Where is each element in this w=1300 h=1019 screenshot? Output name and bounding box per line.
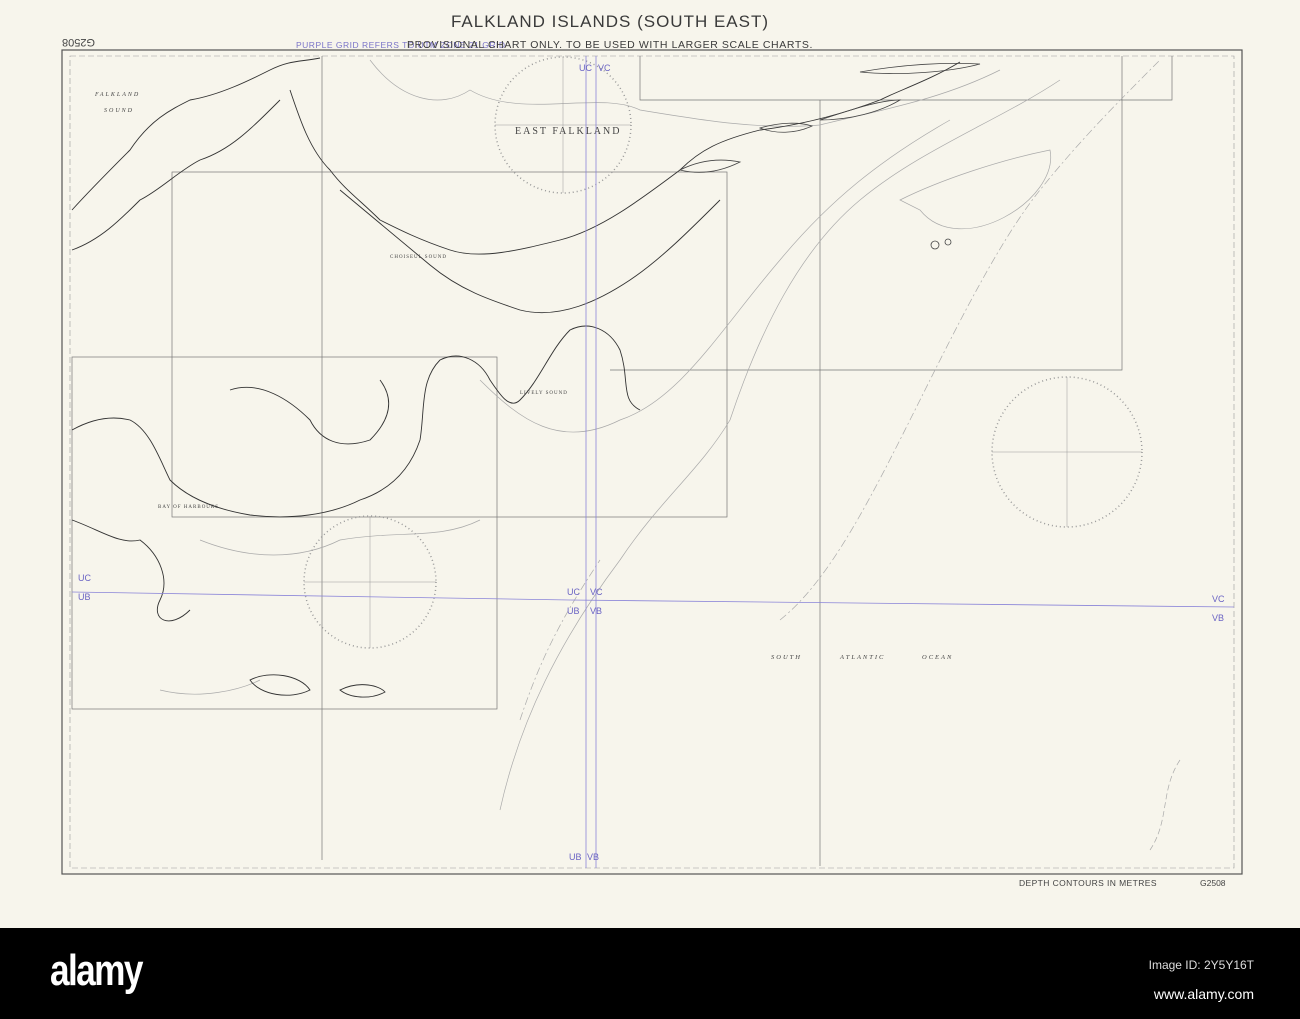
nautical-chart [61, 49, 1243, 875]
place-falkland: FALKLAND [95, 92, 141, 98]
utm-grid [71, 56, 1235, 868]
grid-label: VC [590, 587, 603, 597]
image-id: Image ID: 2Y5Y16T [1148, 958, 1254, 972]
islands-northeast [678, 62, 981, 250]
grid-label: VB [1212, 613, 1225, 623]
chart-inner-border [69, 55, 1235, 869]
place-sound: SOUND [104, 108, 135, 114]
coastline [71, 57, 961, 698]
compass-rose [303, 56, 1143, 649]
grid-label: UC [579, 63, 592, 73]
place-bay-of-harbours: BAY OF HARBOURS [158, 505, 220, 510]
grid-label: UB [569, 852, 582, 862]
site-url: www.alamy.com [1153, 986, 1254, 1002]
depth-note: DEPTH CONTOURS IN METRES [1019, 878, 1157, 888]
place-lively-sound: LIVELY SOUND [520, 391, 568, 396]
grid-label: VC [1212, 594, 1225, 604]
grid-label: UB [78, 592, 91, 602]
chart-outer-border [61, 49, 1243, 875]
grid-label: UC [78, 573, 91, 583]
place-ocean: OCEAN [922, 654, 954, 661]
inset-boxes [71, 56, 1173, 866]
place-atlantic: ATLANTIC [840, 654, 886, 661]
chart-subtitle: PROVISIONAL CHART ONLY. TO BE USED WITH … [407, 39, 813, 51]
grid-label: UC [567, 587, 580, 597]
chart-title: FALKLAND ISLANDS (SOUTH EAST) [450, 12, 770, 31]
place-choiseul-sound: CHOISEUL SOUND [390, 255, 448, 260]
chart-number-bottom: G2508 [1200, 878, 1226, 888]
watermark-bar: alamy Image ID: 2Y5Y16T www.alamy.com [0, 928, 1300, 1019]
depth-contours [159, 59, 1181, 851]
alamy-logo: alamy [50, 946, 143, 995]
grid-label: VB [587, 852, 600, 862]
grid-label: UB [567, 606, 580, 616]
place-east-falkland: EAST FALKLAND [515, 126, 622, 137]
grid-label: VB [590, 606, 603, 616]
place-south: SOUTH [771, 654, 802, 661]
grid-label: VC [598, 63, 611, 73]
chart-number-top: G2508 [62, 36, 96, 48]
compass-lines [304, 57, 1142, 648]
